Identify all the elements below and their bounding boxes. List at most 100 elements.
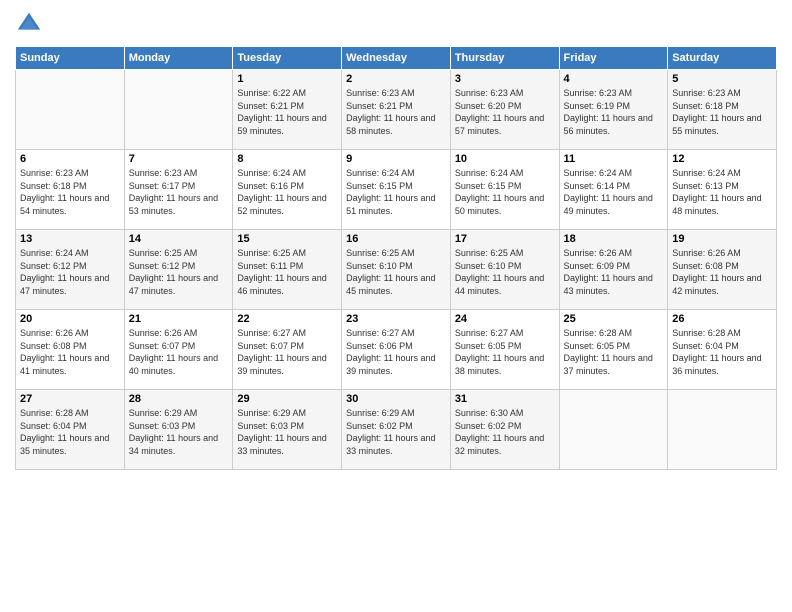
cell-info: Sunrise: 6:23 AMSunset: 6:20 PMDaylight:… [455, 87, 555, 137]
day-number: 13 [20, 233, 120, 245]
day-number: 15 [237, 233, 337, 245]
day-number: 23 [346, 313, 446, 325]
day-number: 4 [564, 73, 664, 85]
calendar-cell: 31Sunrise: 6:30 AMSunset: 6:02 PMDayligh… [450, 390, 559, 470]
cell-info: Sunrise: 6:23 AMSunset: 6:18 PMDaylight:… [672, 87, 772, 137]
cell-info: Sunrise: 6:24 AMSunset: 6:13 PMDaylight:… [672, 167, 772, 217]
day-number: 19 [672, 233, 772, 245]
weekday-header: Friday [559, 47, 668, 70]
cell-info: Sunrise: 6:24 AMSunset: 6:15 PMDaylight:… [455, 167, 555, 217]
calendar-cell: 25Sunrise: 6:28 AMSunset: 6:05 PMDayligh… [559, 310, 668, 390]
cell-info: Sunrise: 6:26 AMSunset: 6:09 PMDaylight:… [564, 247, 664, 297]
calendar-cell: 29 Sunrise: 6:29 AMSunset: 6:03 PMDayligh… [233, 390, 342, 470]
day-number: 9 [346, 153, 446, 165]
calendar-table: SundayMondayTuesdayWednesdayThursdayFrid… [15, 46, 777, 470]
calendar-cell: 1Sunrise: 6:22 AMSunset: 6:21 PMDaylight… [233, 70, 342, 150]
day-number: 26 [672, 313, 772, 325]
calendar-cell: 27 Sunrise: 6:28 AMSunset: 6:04 PMDayligh… [16, 390, 125, 470]
cell-info: Sunrise: 6:23 AMSunset: 6:21 PMDaylight:… [346, 87, 446, 137]
cell-info: Sunrise: 6:23 AMSunset: 6:19 PMDaylight:… [564, 87, 664, 137]
calendar-cell [668, 390, 777, 470]
calendar-cell: 15Sunrise: 6:25 AMSunset: 6:11 PMDayligh… [233, 230, 342, 310]
day-number: 25 [564, 313, 664, 325]
cell-info: Sunrise: 6:26 AMSunset: 6:07 PMDaylight:… [129, 327, 229, 377]
weekday-header: Sunday [16, 47, 125, 70]
day-number: 2 [346, 73, 446, 85]
day-number: 24 [455, 313, 555, 325]
day-number: 8 [237, 153, 337, 165]
calendar-cell [124, 70, 233, 150]
calendar-cell: 18 Sunrise: 6:26 AMSunset: 6:09 PMDayligh… [559, 230, 668, 310]
calendar-cell: 10 Sunrise: 6:24 AMSunset: 6:15 PMDayligh… [450, 150, 559, 230]
day-number: 12 [672, 153, 772, 165]
weekday-header: Tuesday [233, 47, 342, 70]
calendar-week-row: 13 Sunrise: 6:24 AMSunset: 6:12 PMDayligh… [16, 230, 777, 310]
day-number: 1 [237, 73, 337, 85]
calendar-cell: 26 Sunrise: 6:28 AMSunset: 6:04 PMDayligh… [668, 310, 777, 390]
cell-info: Sunrise: 6:27 AMSunset: 6:06 PMDaylight:… [346, 327, 446, 377]
cell-info: Sunrise: 6:29 AMSunset: 6:02 PMDaylight:… [346, 407, 446, 457]
calendar-cell: 8Sunrise: 6:24 AMSunset: 6:16 PMDaylight… [233, 150, 342, 230]
day-number: 29 [237, 393, 337, 405]
weekday-header: Saturday [668, 47, 777, 70]
cell-info: Sunrise: 6:23 AMSunset: 6:17 PMDaylight:… [129, 167, 229, 217]
weekday-header: Thursday [450, 47, 559, 70]
day-number: 7 [129, 153, 229, 165]
calendar-cell: 12 Sunrise: 6:24 AMSunset: 6:13 PMDayligh… [668, 150, 777, 230]
calendar-cell: 17Sunrise: 6:25 AMSunset: 6:10 PMDayligh… [450, 230, 559, 310]
calendar-cell: 21 Sunrise: 6:26 AMSunset: 6:07 PMDayligh… [124, 310, 233, 390]
day-number: 21 [129, 313, 229, 325]
logo [15, 10, 45, 38]
calendar-cell: 28Sunrise: 6:29 AMSunset: 6:03 PMDayligh… [124, 390, 233, 470]
cell-info: Sunrise: 6:24 AMSunset: 6:15 PMDaylight:… [346, 167, 446, 217]
calendar-cell: 3 Sunrise: 6:23 AMSunset: 6:20 PMDaylight… [450, 70, 559, 150]
weekday-header: Wednesday [342, 47, 451, 70]
cell-info: Sunrise: 6:24 AMSunset: 6:12 PMDaylight:… [20, 247, 120, 297]
calendar-cell: 13 Sunrise: 6:24 AMSunset: 6:12 PMDayligh… [16, 230, 125, 310]
logo-icon [15, 10, 43, 38]
cell-info: Sunrise: 6:29 AMSunset: 6:03 PMDaylight:… [237, 407, 337, 457]
day-number: 17 [455, 233, 555, 245]
cell-info: Sunrise: 6:23 AMSunset: 6:18 PMDaylight:… [20, 167, 120, 217]
cell-info: Sunrise: 6:27 AMSunset: 6:07 PMDaylight:… [237, 327, 337, 377]
weekday-header: Monday [124, 47, 233, 70]
cell-info: Sunrise: 6:26 AMSunset: 6:08 PMDaylight:… [20, 327, 120, 377]
day-number: 31 [455, 393, 555, 405]
cell-info: Sunrise: 6:28 AMSunset: 6:04 PMDaylight:… [20, 407, 120, 457]
cell-info: Sunrise: 6:26 AMSunset: 6:08 PMDaylight:… [672, 247, 772, 297]
day-number: 30 [346, 393, 446, 405]
cell-info: Sunrise: 6:25 AMSunset: 6:10 PMDaylight:… [346, 247, 446, 297]
calendar-cell: 11 Sunrise: 6:24 AMSunset: 6:14 PMDayligh… [559, 150, 668, 230]
day-number: 28 [129, 393, 229, 405]
calendar-cell: 23 Sunrise: 6:27 AMSunset: 6:06 PMDayligh… [342, 310, 451, 390]
calendar-cell: 7 Sunrise: 6:23 AMSunset: 6:17 PMDaylight… [124, 150, 233, 230]
day-number: 27 [20, 393, 120, 405]
day-number: 6 [20, 153, 120, 165]
day-number: 3 [455, 73, 555, 85]
cell-info: Sunrise: 6:24 AMSunset: 6:14 PMDaylight:… [564, 167, 664, 217]
day-number: 11 [564, 153, 664, 165]
calendar-cell: 2 Sunrise: 6:23 AMSunset: 6:21 PMDaylight… [342, 70, 451, 150]
calendar-cell: 24 Sunrise: 6:27 AMSunset: 6:05 PMDayligh… [450, 310, 559, 390]
day-number: 14 [129, 233, 229, 245]
calendar-cell: 20 Sunrise: 6:26 AMSunset: 6:08 PMDayligh… [16, 310, 125, 390]
page-header [15, 10, 777, 38]
day-number: 10 [455, 153, 555, 165]
calendar-cell: 19 Sunrise: 6:26 AMSunset: 6:08 PMDayligh… [668, 230, 777, 310]
calendar-week-row: 20 Sunrise: 6:26 AMSunset: 6:08 PMDayligh… [16, 310, 777, 390]
cell-info: Sunrise: 6:28 AMSunset: 6:04 PMDaylight:… [672, 327, 772, 377]
day-number: 18 [564, 233, 664, 245]
day-number: 22 [237, 313, 337, 325]
calendar-week-row: 27 Sunrise: 6:28 AMSunset: 6:04 PMDayligh… [16, 390, 777, 470]
calendar-cell [559, 390, 668, 470]
calendar-body: 1Sunrise: 6:22 AMSunset: 6:21 PMDaylight… [16, 70, 777, 470]
day-number: 20 [20, 313, 120, 325]
calendar-cell: 14 Sunrise: 6:25 AMSunset: 6:12 PMDayligh… [124, 230, 233, 310]
calendar-cell: 30 Sunrise: 6:29 AMSunset: 6:02 PMDayligh… [342, 390, 451, 470]
cell-info: Sunrise: 6:27 AMSunset: 6:05 PMDaylight:… [455, 327, 555, 377]
calendar-header-row: SundayMondayTuesdayWednesdayThursdayFrid… [16, 47, 777, 70]
calendar-week-row: 6 Sunrise: 6:23 AMSunset: 6:18 PMDaylight… [16, 150, 777, 230]
cell-info: Sunrise: 6:25 AMSunset: 6:12 PMDaylight:… [129, 247, 229, 297]
calendar-cell: 9 Sunrise: 6:24 AMSunset: 6:15 PMDaylight… [342, 150, 451, 230]
calendar-cell: 4 Sunrise: 6:23 AMSunset: 6:19 PMDaylight… [559, 70, 668, 150]
